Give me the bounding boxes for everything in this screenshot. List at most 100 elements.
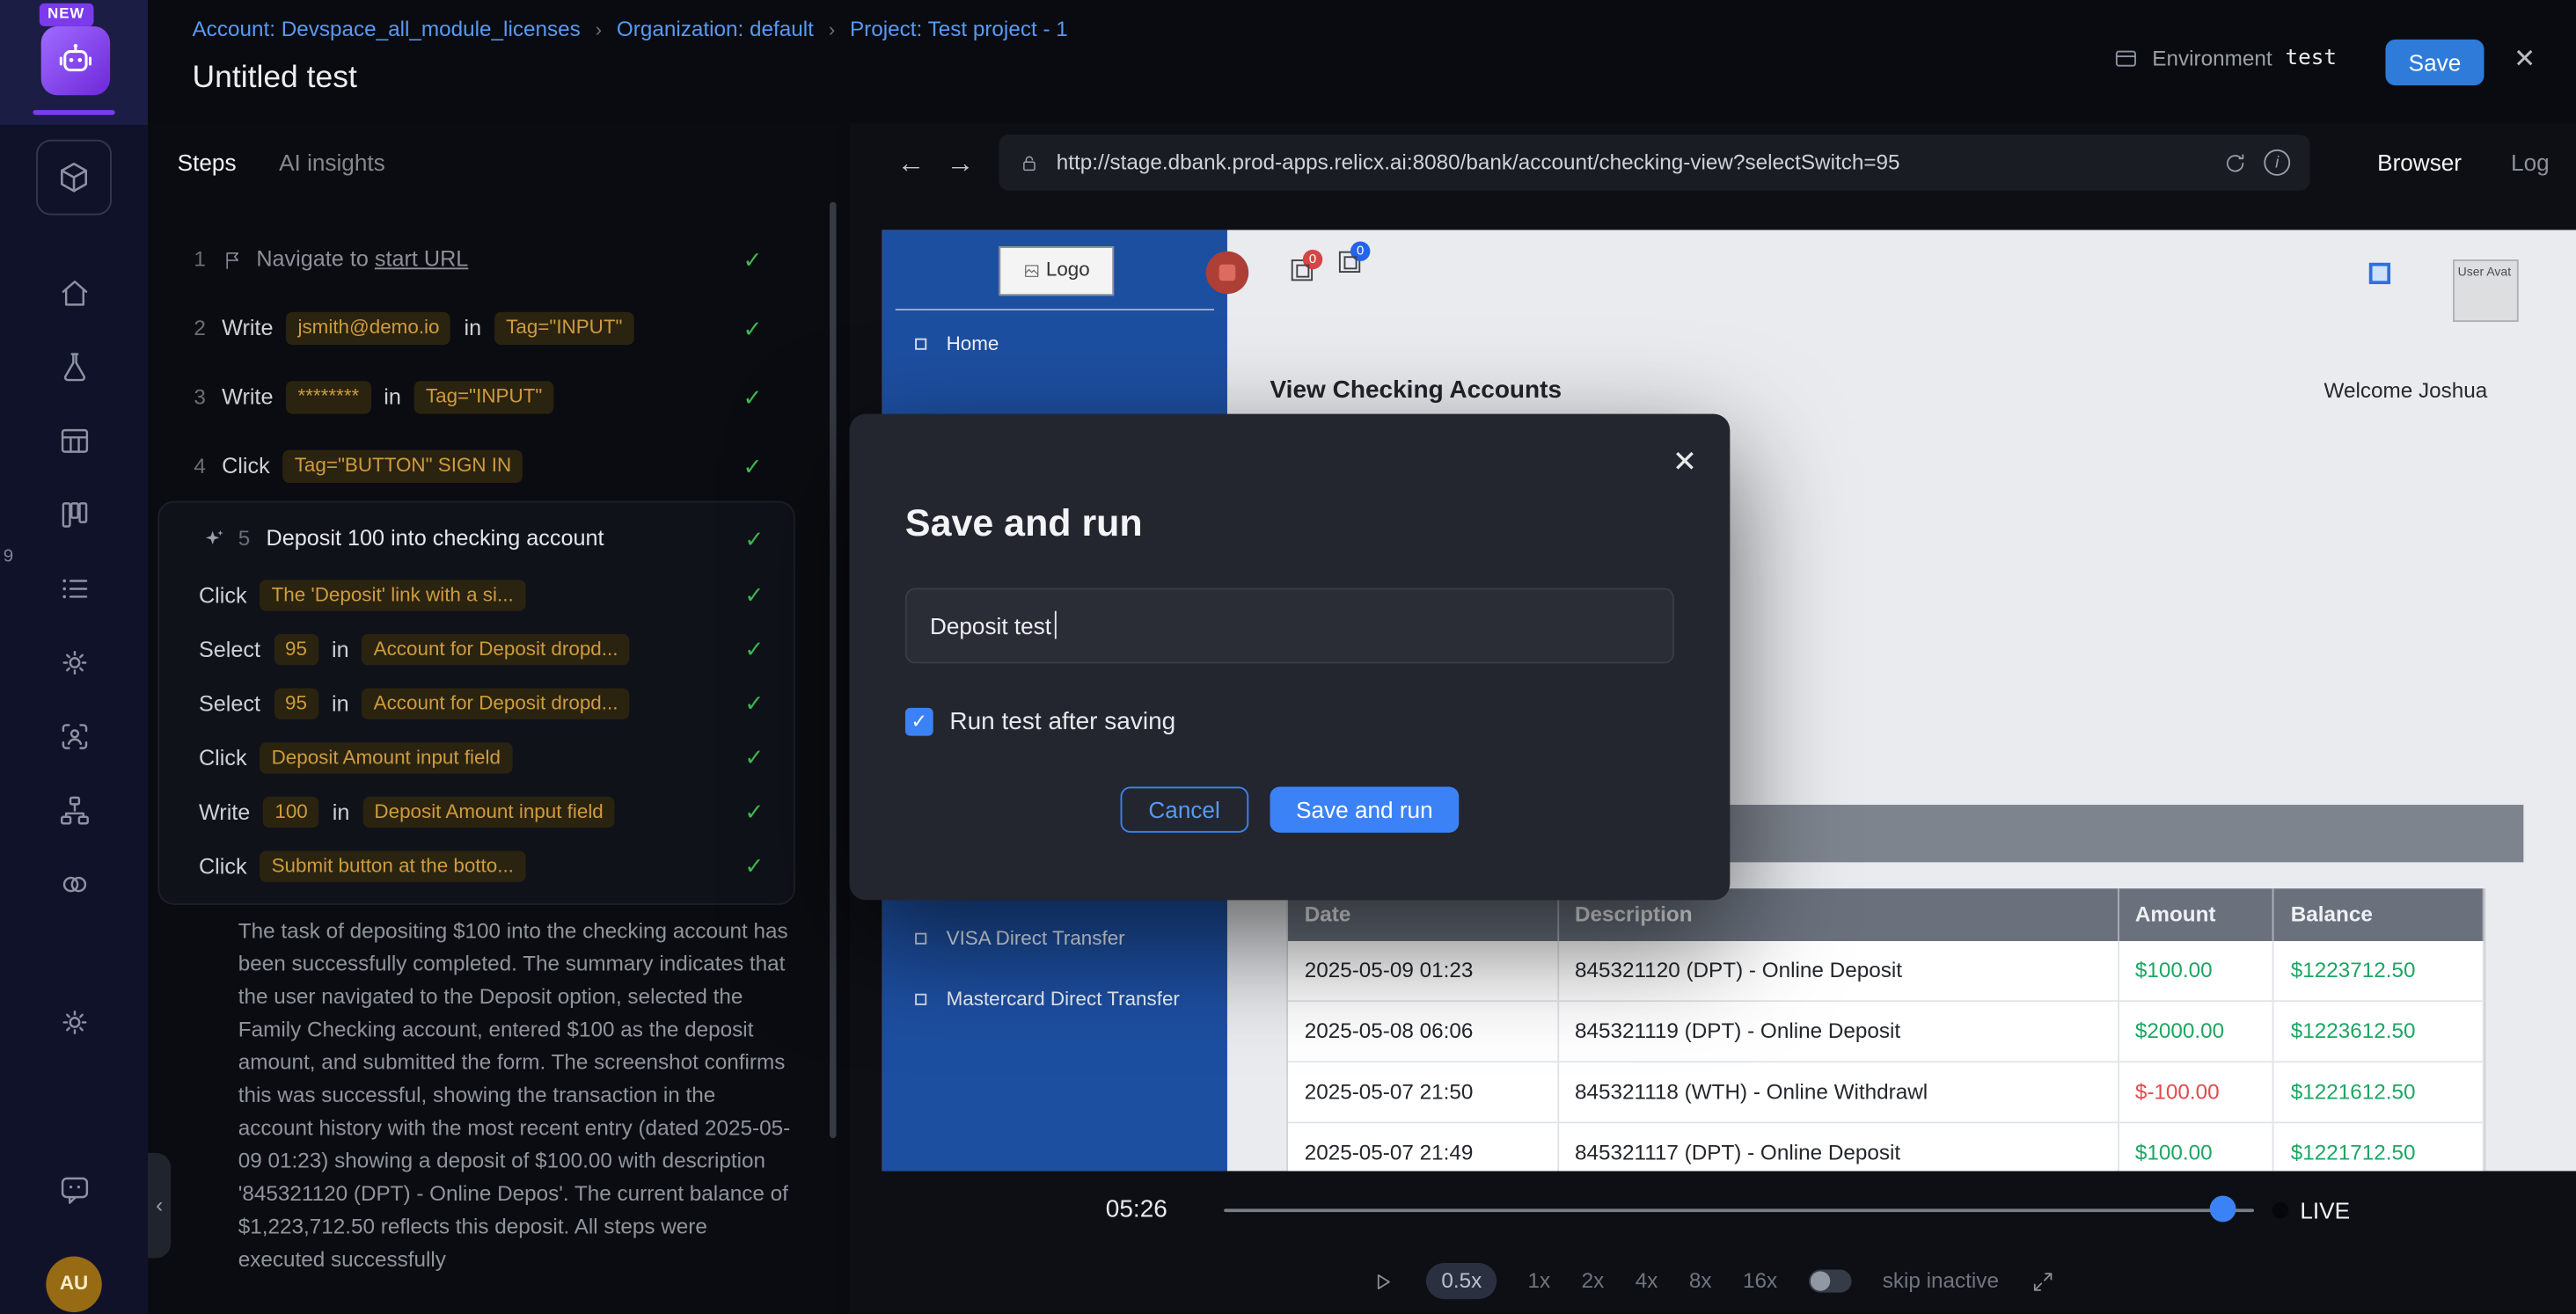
speed-option[interactable]: 1x bbox=[1528, 1267, 1551, 1296]
sidebar-item-data-tables[interactable] bbox=[36, 407, 112, 473]
breadcrumb-link-account[interactable]: Account: Devspace_all_module_licenses bbox=[192, 17, 580, 45]
step-row[interactable]: Select95inAccount for Deposit dropd...✓ bbox=[159, 676, 794, 731]
speed-option[interactable]: 2x bbox=[1582, 1267, 1605, 1296]
info-icon[interactable]: i bbox=[2264, 150, 2290, 176]
sidebar-item-workflows[interactable] bbox=[36, 777, 112, 843]
tab-log[interactable]: Log bbox=[2511, 148, 2550, 178]
modal-close-icon[interactable]: ✕ bbox=[1672, 443, 1697, 482]
step-success-check-icon: ✓ bbox=[744, 743, 764, 773]
step-action-word: Click bbox=[199, 581, 247, 610]
lock-icon bbox=[1019, 152, 1040, 173]
step-row[interactable]: 4ClickTag="BUTTON" SIGN IN✓ bbox=[148, 435, 838, 498]
start-url-link[interactable]: start URL bbox=[375, 247, 468, 272]
chat-icon bbox=[56, 1172, 91, 1206]
monitor-icon bbox=[2112, 47, 2139, 73]
sidebar-item-runs[interactable] bbox=[36, 555, 112, 621]
user-avatar[interactable]: AU bbox=[46, 1257, 101, 1312]
steps-scrollbar[interactable] bbox=[830, 202, 836, 1138]
count-badge-red: 0 bbox=[1303, 250, 1322, 269]
window-icon[interactable]: 0 bbox=[1339, 252, 1360, 273]
breadcrumb: Account: Devspace_all_module_licenses › … bbox=[192, 17, 1067, 45]
sidebar-item-home[interactable] bbox=[36, 259, 112, 325]
skip-inactive-toggle[interactable] bbox=[1809, 1270, 1852, 1293]
table-cell: $-100.00 bbox=[2119, 1062, 2274, 1121]
step-success-check-icon: ✓ bbox=[744, 689, 764, 719]
speed-option[interactable]: 8x bbox=[1689, 1267, 1712, 1296]
forward-icon[interactable]: → bbox=[947, 146, 975, 182]
sidebar-item-modules[interactable] bbox=[36, 140, 112, 215]
bank-nav-visa-transfer[interactable]: VISA Direct Transfer bbox=[915, 926, 1124, 952]
breadcrumb-link-project[interactable]: Project: Test project - 1 bbox=[850, 17, 1068, 45]
step-action-word: in bbox=[332, 635, 349, 664]
play-icon[interactable] bbox=[1371, 1269, 1395, 1294]
url-bar[interactable]: http://stage.dbank.prod-apps.relicx.ai:8… bbox=[999, 135, 2309, 190]
sidebar-item-boards[interactable] bbox=[36, 481, 112, 547]
bank-logo-alt-text: Logo bbox=[1046, 259, 1090, 284]
breadcrumb-link-organization[interactable]: Organization: default bbox=[617, 17, 814, 45]
top-header: Account: Devspace_all_module_licenses › … bbox=[148, 0, 2576, 123]
environment-selector[interactable]: Environment test bbox=[2112, 46, 2337, 74]
reload-icon[interactable] bbox=[2223, 150, 2248, 175]
logo-active-indicator bbox=[33, 110, 114, 115]
hierarchy-icon bbox=[56, 792, 91, 827]
sidebar-item-support[interactable] bbox=[36, 1157, 112, 1223]
bank-page-title: View Checking Accounts bbox=[1270, 375, 1562, 406]
expand-icon[interactable] bbox=[2030, 1269, 2054, 1294]
sidebar-item-user-sessions[interactable] bbox=[36, 703, 112, 769]
panel-collapse-handle[interactable]: ‹ bbox=[148, 1153, 171, 1259]
url-text[interactable]: http://stage.dbank.prod-apps.relicx.ai:8… bbox=[1057, 149, 2206, 177]
test-name-input[interactable]: Deposit test bbox=[905, 588, 1674, 663]
environment-value: test bbox=[2286, 46, 2337, 74]
step-number: 4 bbox=[194, 453, 209, 481]
app-logo[interactable] bbox=[41, 26, 110, 95]
step-group-header[interactable]: 5Deposit 100 into checking account✓ bbox=[159, 509, 794, 568]
timeline-track[interactable] bbox=[1224, 1208, 2254, 1212]
bank-nav-mastercard-transfer[interactable]: Mastercard Direct Transfer bbox=[915, 987, 1180, 1012]
close-icon[interactable]: ✕ bbox=[2514, 44, 2536, 78]
timeline-thumb[interactable] bbox=[2210, 1195, 2236, 1222]
sparkle-icon bbox=[202, 527, 225, 550]
speed-option[interactable]: 16x bbox=[1743, 1267, 1777, 1296]
step-row[interactable]: ClickThe 'Deposit' link with a si...✓ bbox=[159, 568, 794, 623]
run-after-saving-checkbox[interactable]: ✓ bbox=[905, 708, 933, 736]
save-and-run-button[interactable]: Save and run bbox=[1270, 787, 1459, 833]
step-success-check-icon: ✓ bbox=[743, 245, 763, 274]
bullet-icon bbox=[915, 933, 926, 945]
stop-recording-button[interactable] bbox=[1206, 252, 1249, 295]
speed-option[interactable]: 0.5x bbox=[1427, 1262, 1497, 1300]
window-icon[interactable]: 0 bbox=[1292, 259, 1313, 281]
step-row[interactable]: 1Navigate to start URL✓ bbox=[148, 229, 838, 291]
step-number: 3 bbox=[194, 383, 209, 412]
table-cell: $1223712.50 bbox=[2274, 941, 2484, 1000]
bank-table-header-cell: Amount bbox=[2119, 888, 2274, 941]
step-row[interactable]: ClickDeposit Amount input field✓ bbox=[159, 731, 794, 785]
tab-ai-insights[interactable]: AI insights bbox=[279, 148, 385, 178]
step-action-word: Click bbox=[199, 743, 247, 772]
step-row[interactable]: Select95inAccount for Deposit dropd...✓ bbox=[159, 623, 794, 677]
step-row[interactable]: ClickSubmit button at the botto...✓ bbox=[159, 839, 794, 894]
cancel-button[interactable]: Cancel bbox=[1120, 787, 1248, 833]
app-root: NEW bbox=[0, 0, 2576, 1314]
step-action-word: Click bbox=[222, 452, 270, 481]
ai-step-summary: The task of depositing $100 into the che… bbox=[238, 915, 794, 1276]
text-caret bbox=[1055, 611, 1057, 639]
blue-square-icon[interactable] bbox=[2369, 263, 2390, 284]
back-icon[interactable]: ← bbox=[897, 146, 926, 182]
table-cell: $2000.00 bbox=[2119, 1002, 2274, 1061]
save-button[interactable]: Save bbox=[2385, 40, 2484, 85]
step-row[interactable]: 2Writejsmith@demo.ioinTag="INPUT"✓ bbox=[148, 297, 838, 360]
sidebar-item-integrations[interactable] bbox=[36, 850, 112, 916]
speed-option[interactable]: 4x bbox=[1636, 1267, 1658, 1296]
sidebar-item-settings[interactable] bbox=[36, 629, 112, 695]
bank-table-header-cell: Balance bbox=[2274, 888, 2484, 941]
step-success-check-icon: ✓ bbox=[744, 635, 764, 665]
table-row: 2025-05-08 06:06845321119 (DPT) - Online… bbox=[1288, 1002, 2484, 1062]
tab-browser[interactable]: Browser bbox=[2377, 148, 2462, 178]
bank-nav-home[interactable]: Home bbox=[915, 332, 999, 357]
sidebar-item-experiments[interactable] bbox=[36, 333, 112, 399]
tab-steps[interactable]: Steps bbox=[178, 148, 237, 178]
bank-user-avatar-broken-image[interactable]: User Avat bbox=[2453, 259, 2519, 322]
step-row[interactable]: Write100inDeposit Amount input field✓ bbox=[159, 785, 794, 840]
step-row[interactable]: 3Write********inTag="INPUT"✓ bbox=[148, 366, 838, 428]
sidebar-item-admin-settings[interactable] bbox=[36, 989, 112, 1055]
